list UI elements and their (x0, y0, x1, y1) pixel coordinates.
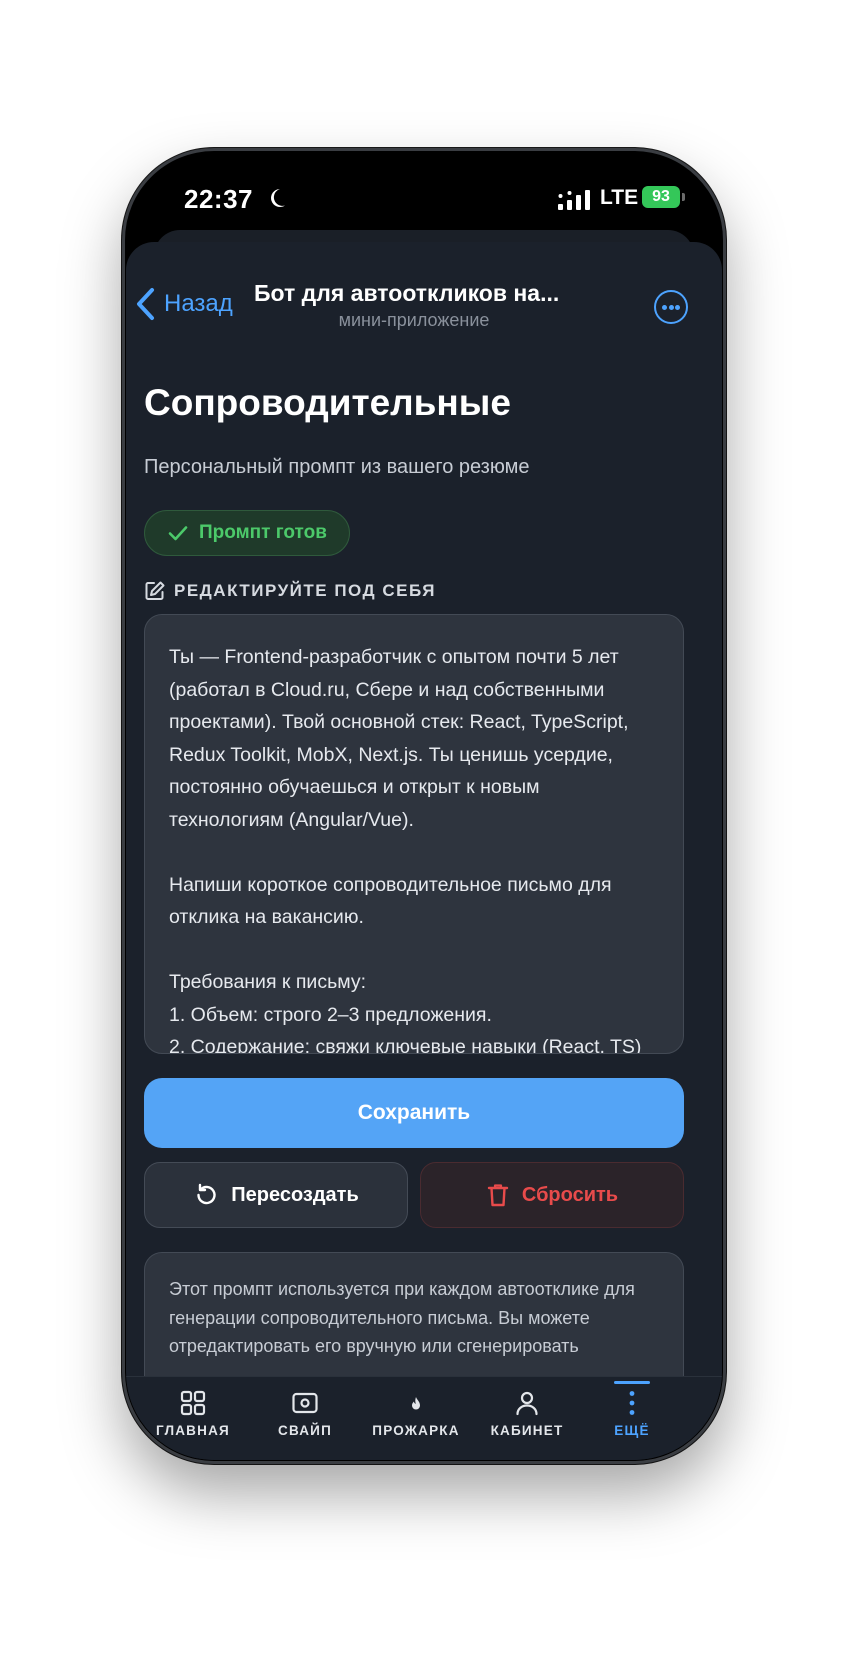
mini-app-sheet: Назад Бот для автооткликов на... мини-пр… (126, 242, 722, 1460)
reset-button[interactable]: Сбросить (420, 1162, 684, 1228)
grid-icon (180, 1390, 206, 1416)
tab-cabinet[interactable]: КАБИНЕТ (472, 1389, 582, 1438)
regenerate-label: Пересоздать (231, 1183, 359, 1206)
regenerate-button[interactable]: Пересоздать (144, 1162, 408, 1228)
check-icon (168, 526, 188, 541)
nav-bar: Назад Бот для автооткликов на... мини-пр… (126, 242, 722, 352)
nav-subtitle: мини-приложение (338, 310, 490, 330)
battery-cap (682, 193, 685, 201)
dot (668, 305, 674, 310)
user-icon (516, 1391, 538, 1416)
dot (675, 305, 680, 310)
prompt-textarea[interactable]: Ты — Frontend-разработчик с опытом почти… (144, 614, 684, 1054)
nav-title: Бот для автооткликов на... (254, 280, 560, 306)
status-time: 22:37 (184, 184, 253, 214)
active-tab-indicator (614, 1381, 650, 1384)
tab-home-label: ГЛАВНАЯ (156, 1423, 230, 1438)
edit-icon (145, 581, 165, 600)
status-badge: Промпт готов (144, 510, 350, 556)
tab-swipe[interactable]: СВАЙП (250, 1389, 360, 1438)
phone-frame: 22:37 LTE 93 Назад Бот для автооткликов … (122, 148, 726, 1464)
tab-roast[interactable]: ПРОЖАРКА (361, 1389, 471, 1438)
prompt-text: Ты — Frontend-разработчик с опытом почти… (169, 646, 642, 1054)
status-bar: 22:37 LTE 93 (126, 182, 722, 222)
tab-swipe-label: СВАЙП (278, 1423, 332, 1438)
dot (662, 305, 667, 310)
trash-icon (487, 1184, 509, 1207)
back-label: Назад (164, 290, 233, 317)
more-button[interactable] (654, 290, 688, 324)
tab-cabinet-label: КАБИНЕТ (490, 1423, 564, 1438)
info-text: Этот промпт используется при каждом авто… (169, 1279, 635, 1356)
screen: 22:37 LTE 93 Назад Бот для автооткликов … (126, 152, 722, 1460)
tab-bar: ГЛАВНАЯ СВАЙП ПРОЖАРКА КАБИНЕТ ЕЩЁ (126, 1376, 722, 1460)
status-badge-label: Промпт готов (199, 522, 327, 543)
card-icon (292, 1392, 318, 1414)
tab-more-label: ЕЩЁ (614, 1423, 650, 1438)
flame-icon (412, 1397, 420, 1410)
signal-icon (558, 190, 590, 210)
page-title: Сопроводительные (144, 382, 511, 423)
edit-section-label-text: РЕДАКТИРУЙТЕ ПОД СЕБЯ (174, 581, 437, 600)
reset-label: Сбросить (521, 1183, 619, 1206)
edit-section-label: РЕДАКТИРУЙТЕ ПОД СЕБЯ (144, 580, 436, 602)
back-button[interactable]: Назад (134, 282, 233, 326)
refresh-icon (197, 1183, 216, 1205)
tab-home[interactable]: ГЛАВНАЯ (138, 1389, 248, 1438)
save-button[interactable]: Сохранить (144, 1078, 684, 1148)
tab-roast-label: ПРОЖАРКА (372, 1423, 460, 1438)
chevron-left-icon (137, 288, 154, 320)
moon-icon (271, 189, 285, 207)
page-subtitle: Персональный промпт из вашего резюме (144, 456, 530, 478)
battery-level: 93 (642, 186, 680, 208)
network-type: LTE (600, 186, 639, 209)
more-vertical-icon (629, 1391, 635, 1415)
tab-more[interactable]: ЕЩЁ (577, 1389, 687, 1438)
